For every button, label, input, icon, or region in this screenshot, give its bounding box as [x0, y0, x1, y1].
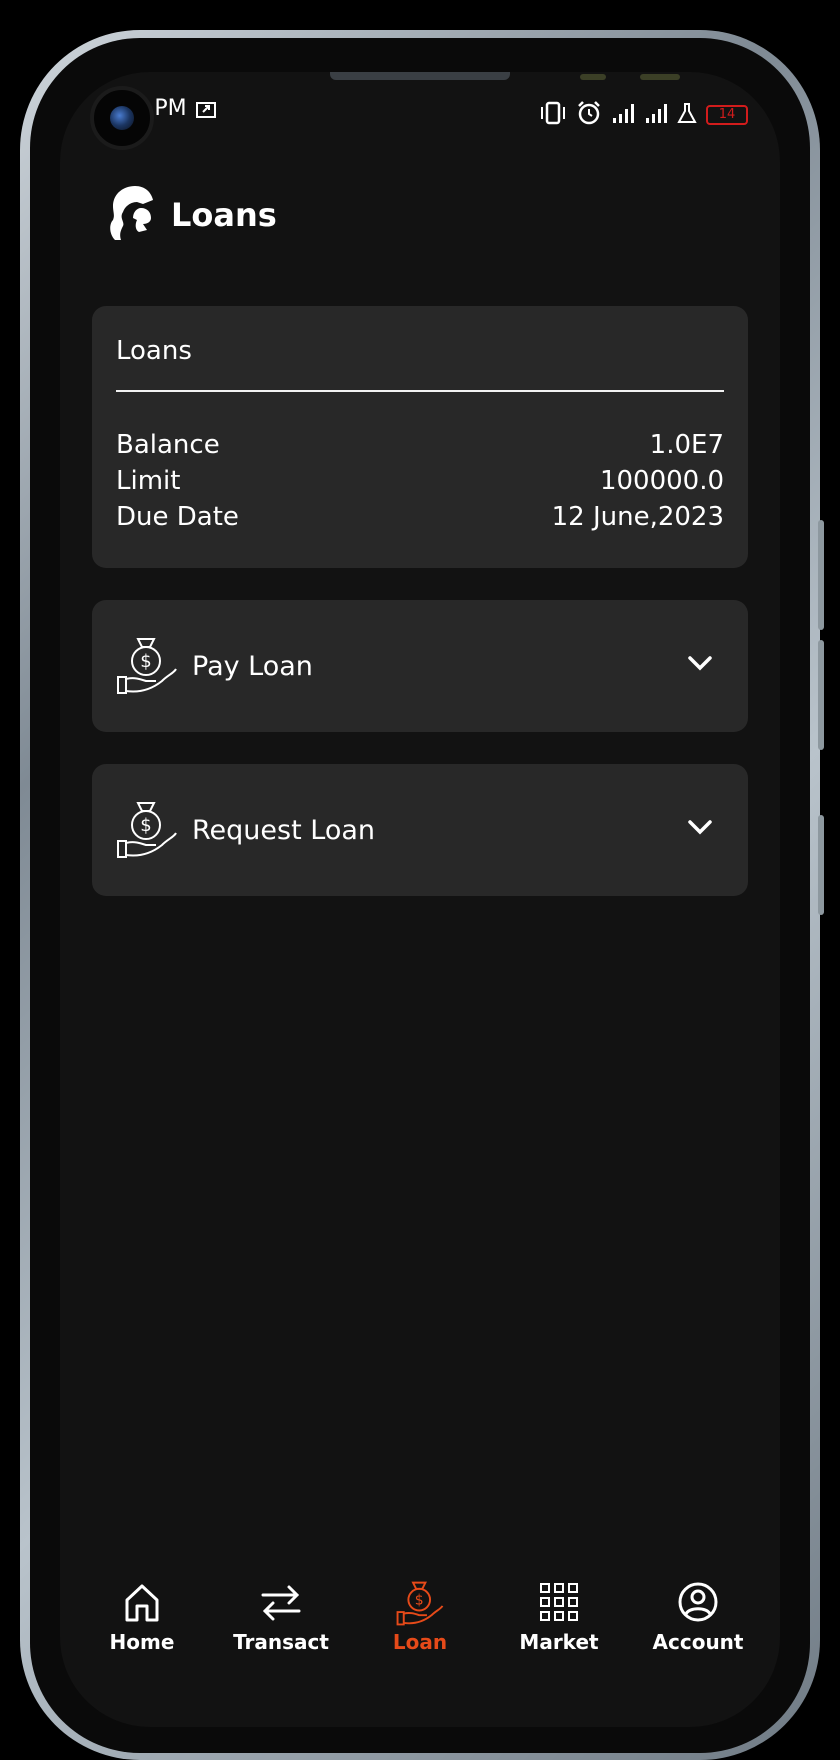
request-loan-card[interactable]: $ Request Loan	[92, 764, 748, 896]
money-bag-hand-icon: $	[116, 633, 178, 699]
power-button	[818, 520, 824, 630]
status-bar: 5:11 PM 14	[60, 86, 780, 150]
due-date-value: 12 June,2023	[551, 502, 724, 532]
alarm-icon	[576, 100, 602, 130]
balance-label: Balance	[116, 430, 220, 460]
screen: 5:11 PM 14	[60, 72, 780, 1727]
screen-cast-icon	[195, 100, 217, 124]
due-date-label: Due Date	[116, 502, 239, 532]
svg-text:$: $	[140, 815, 151, 836]
loan-summary-card: Loans Balance 1.0E7 Limit 100000.0 Due D…	[92, 306, 748, 568]
svg-text:$: $	[415, 1592, 424, 1608]
limit-value: 100000.0	[599, 466, 724, 496]
sensor	[640, 74, 680, 80]
page-title: Loans	[171, 196, 277, 234]
status-icons: 14	[539, 100, 748, 130]
signal-icon	[644, 102, 668, 128]
home-icon	[123, 1580, 161, 1624]
nav-label-transact: Transact	[233, 1630, 329, 1654]
nav-label-account: Account	[652, 1630, 744, 1654]
grid-icon	[539, 1580, 579, 1624]
nav-label-market: Market	[519, 1630, 599, 1654]
bottom-nav: Home Transact $ Loan Market Account	[60, 1580, 780, 1680]
nav-item-account[interactable]: Account	[638, 1580, 758, 1680]
nav-item-transact[interactable]: Transact	[221, 1580, 341, 1680]
due-date-row: Due Date 12 June,2023	[116, 502, 724, 532]
earpiece-speaker	[330, 72, 510, 80]
nav-label-home: Home	[109, 1630, 175, 1654]
summary-title: Loans	[116, 336, 192, 366]
signal-icon	[611, 102, 635, 128]
pay-loan-label: Pay Loan	[192, 650, 313, 682]
sensor	[580, 74, 606, 80]
money-bag-hand-icon: $	[116, 797, 178, 863]
nav-label-loan: Loan	[392, 1630, 448, 1654]
divider	[116, 390, 724, 392]
limit-label: Limit	[116, 466, 181, 496]
nav-item-loan[interactable]: $ Loan	[360, 1580, 480, 1680]
head-silhouette-icon	[105, 182, 157, 248]
limit-row: Limit 100000.0	[116, 466, 724, 496]
nav-item-home[interactable]: Home	[82, 1580, 202, 1680]
flask-icon	[677, 102, 697, 128]
balance-value: 1.0E7	[649, 430, 724, 460]
swap-arrows-icon	[259, 1580, 303, 1624]
app-header: Loans	[105, 182, 277, 248]
front-camera	[90, 86, 154, 150]
volume-down-button	[818, 815, 824, 915]
nav-item-market[interactable]: Market	[499, 1580, 619, 1680]
chevron-down-icon[interactable]	[686, 816, 714, 842]
money-bag-hand-icon: $	[396, 1580, 444, 1626]
vibrate-icon	[539, 101, 567, 129]
svg-text:$: $	[140, 651, 151, 672]
request-loan-label: Request Loan	[192, 814, 376, 846]
balance-row: Balance 1.0E7	[116, 430, 724, 460]
volume-up-button	[818, 640, 824, 750]
user-circle-icon	[677, 1580, 719, 1624]
battery-indicator: 14	[706, 105, 748, 125]
chevron-down-icon[interactable]	[686, 652, 714, 678]
pay-loan-card[interactable]: $ Pay Loan	[92, 600, 748, 732]
